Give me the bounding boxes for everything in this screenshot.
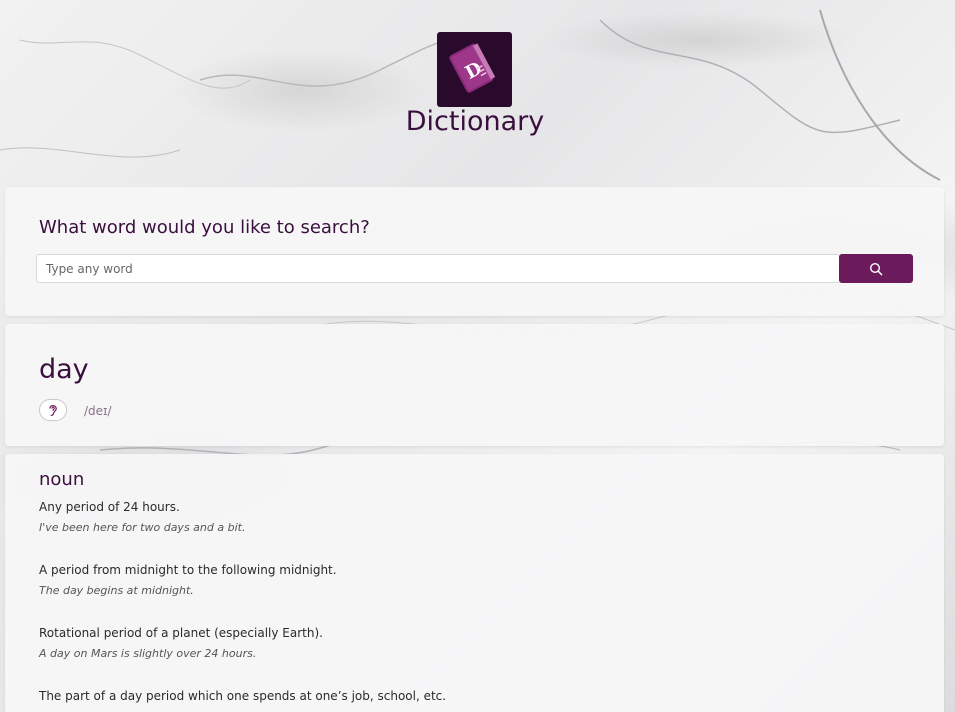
definition-item: Any period of 24 hours. I've been here f… — [39, 499, 919, 535]
definitions-card: noun Any period of 24 hours. I've been h… — [5, 454, 944, 712]
search-card: What word would you like to search? — [5, 187, 944, 316]
definition-example: I've been here for two days and a bit. — [39, 521, 246, 534]
search-input[interactable] — [36, 254, 840, 283]
word-title: day — [39, 354, 89, 385]
search-icon — [869, 262, 883, 275]
ear-icon — [49, 405, 57, 416]
definition-example: The day begins at midnight. — [39, 584, 194, 597]
search-heading: What word would you like to search? — [39, 217, 370, 238]
play-pronunciation-button[interactable] — [39, 399, 67, 421]
definition-text: The part of a day period which one spend… — [39, 689, 447, 703]
definition-item: A period from midnight to the following … — [39, 562, 919, 598]
phonetic-text: /deɪ/ — [84, 404, 112, 418]
definition-text: Any period of 24 hours. — [39, 500, 180, 514]
definition-example: A day on Mars is slightly over 24 hours. — [39, 647, 257, 660]
part-of-speech: noun — [39, 469, 85, 490]
definition-item: Rotational period of a planet (especiall… — [39, 625, 919, 661]
definition-list: Any period of 24 hours. I've been here f… — [39, 499, 919, 712]
definition-text: A period from midnight to the following … — [39, 563, 337, 577]
app-header: D Dictionary — [0, 0, 955, 185]
word-card: day /deɪ/ — [5, 324, 944, 446]
app-title: Dictionary — [405, 106, 545, 137]
search-button[interactable] — [839, 254, 913, 283]
dictionary-book-icon: D — [437, 32, 512, 107]
definition-item: The part of a day period which one spend… — [39, 688, 919, 704]
definition-text: Rotational period of a planet (especiall… — [39, 626, 323, 640]
